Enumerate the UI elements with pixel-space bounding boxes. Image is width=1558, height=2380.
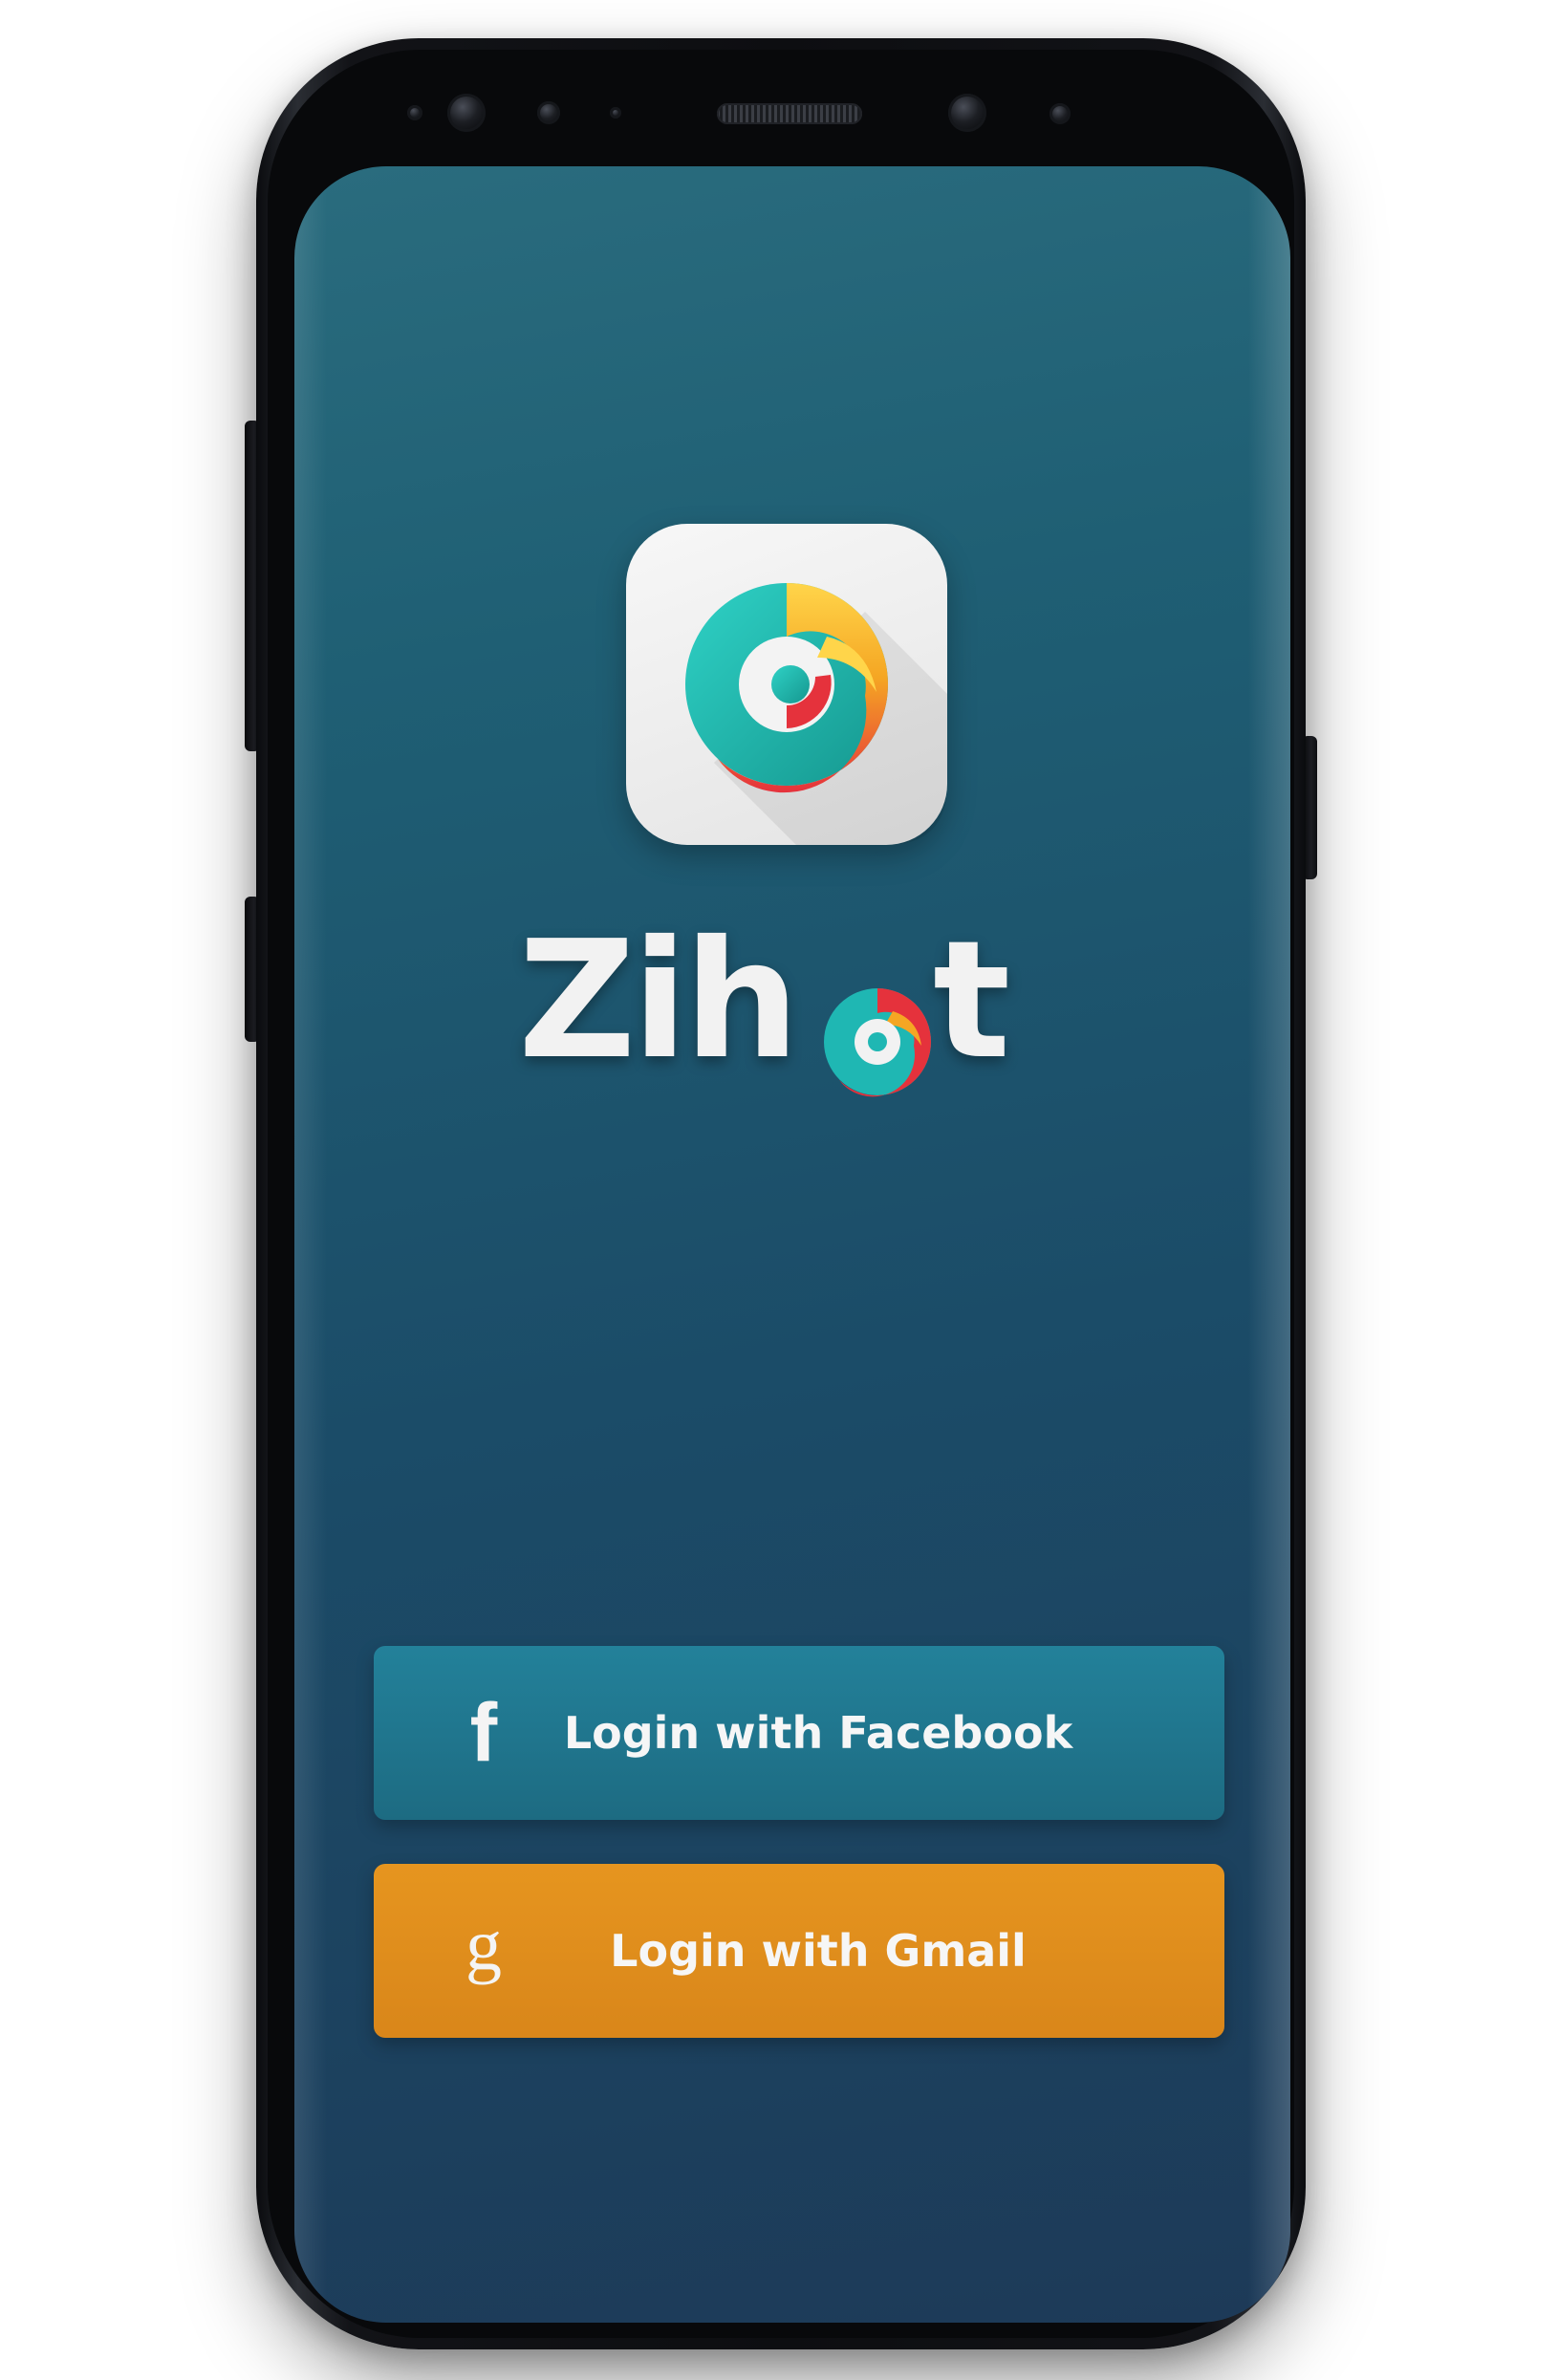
front-camera [948, 94, 986, 132]
wordmark-suffix: t [933, 906, 1010, 1095]
proximity-sensor [407, 105, 422, 120]
earpiece-speaker [717, 103, 862, 124]
zihot-logo-graphic [685, 583, 947, 845]
iris-sensor [1049, 103, 1071, 124]
iris-camera [447, 94, 486, 132]
wordmark-o-logo-icon [824, 988, 931, 1097]
phone-bezel: Zih t f Login with Facebook g Login with… [268, 50, 1294, 2338]
status-led [610, 107, 621, 119]
zihot-logo-icon [626, 524, 947, 845]
wordmark-prefix: Zih [518, 906, 800, 1095]
device-mockup: Zih t f Login with Facebook g Login with… [0, 0, 1558, 2380]
login-facebook-button[interactable]: f Login with Facebook [374, 1646, 1224, 1820]
phone-frame: Zih t f Login with Facebook g Login with… [256, 38, 1306, 2349]
login-facebook-label: Login with Facebook [563, 1707, 1073, 1759]
app-screen: Zih t f Login with Facebook g Login with… [294, 166, 1290, 2323]
light-sensor [537, 101, 560, 124]
app-wordmark: Zih t [518, 906, 1053, 1097]
login-gmail-label: Login with Gmail [610, 1925, 1027, 1977]
login-gmail-button[interactable]: g Login with Gmail [374, 1864, 1224, 2038]
